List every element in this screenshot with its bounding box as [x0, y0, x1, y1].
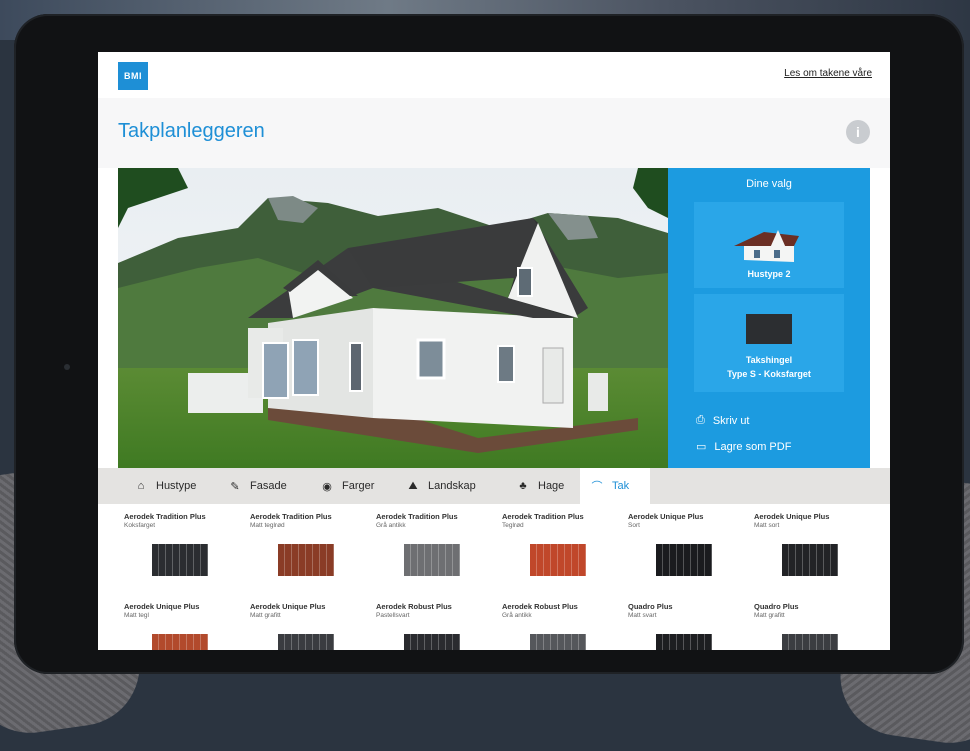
landscape-icon: ⛰ — [408, 479, 418, 492]
product-swatch — [782, 544, 838, 576]
roof-icon: ⌒ — [591, 481, 603, 493]
product-color: Matt tegl — [124, 612, 149, 619]
product-name: Aerodek Unique Plus — [250, 602, 326, 611]
print-label: Skriv ut — [712, 414, 750, 427]
product-tile[interactable]: Aerodek Robust Plus Pastellsvart — [370, 594, 494, 650]
product-tile[interactable]: Aerodek Unique Plus Sort — [622, 504, 746, 592]
house-type-label: Hustype 2 — [747, 269, 791, 279]
selection-panel: Dine valg Hustype 2 Takshingel Type S - … — [668, 168, 870, 468]
product-color: Matt svart — [628, 612, 657, 619]
tab-hage[interactable]: ♣ Hage — [506, 468, 576, 504]
save-pdf-button[interactable]: ▭ Lagre som PDF — [696, 440, 792, 454]
selection-panel-title: Dine valg — [746, 178, 792, 190]
product-color: Grå antikk — [376, 522, 406, 529]
info-button[interactable]: i — [846, 120, 870, 144]
product-name: Aerodek Robust Plus — [376, 602, 452, 611]
bmi-logo[interactable]: BMI — [118, 62, 148, 90]
product-color: Matt sort — [754, 522, 780, 529]
document-icon: ▭ — [696, 441, 707, 453]
brush-icon: ✎ — [230, 480, 240, 493]
top-bar: BMI Les om takene våre — [98, 52, 890, 99]
product-swatch — [404, 544, 460, 576]
product-tile[interactable]: Aerodek Tradition Plus Grå antikk — [370, 504, 494, 592]
product-swatch — [656, 544, 712, 576]
product-color: Matt teglrød — [250, 522, 285, 529]
product-tile[interactable]: Aerodek Unique Plus Matt grafitt — [244, 594, 368, 650]
product-swatch — [656, 634, 712, 650]
product-color: Sort — [628, 522, 640, 529]
product-swatch — [530, 634, 586, 650]
tab-fasade[interactable]: ✎ Fasade — [218, 468, 300, 504]
product-tile[interactable]: Aerodek Robust Plus Grå antikk — [496, 594, 620, 650]
tab-label: Fasade — [250, 480, 287, 492]
product-swatch — [404, 634, 460, 650]
product-tile[interactable]: Quadro Plus Matt svart — [622, 594, 746, 650]
product-color: Pastellsvart — [376, 612, 410, 619]
product-swatch — [152, 634, 208, 650]
house-3d-viewer[interactable] — [118, 168, 668, 468]
tree-icon: ♣ — [519, 480, 527, 492]
tab-label: Hustype — [156, 480, 197, 492]
product-name: Aerodek Tradition Plus — [124, 512, 206, 521]
tab-landskap[interactable]: ⛰ Landskap — [396, 468, 496, 504]
tab-label: Tak — [612, 480, 630, 492]
product-grid: Aerodek Tradition Plus Koksfarget Aerodek … — [118, 504, 890, 650]
palette-icon: ◉ — [322, 480, 332, 493]
product-tile[interactable]: Aerodek Tradition Plus Teglrød — [496, 504, 620, 592]
product-swatch — [782, 634, 838, 650]
camera-icon — [64, 364, 70, 370]
product-name: Aerodek Unique Plus — [124, 602, 200, 611]
info-icon: i — [856, 124, 860, 140]
selected-roof-card[interactable]: Takshingel Type S - Koksfarget — [694, 294, 844, 392]
product-color: Teglrød — [502, 522, 524, 529]
product-tile[interactable]: Aerodek Tradition Plus Matt teglrød — [244, 504, 368, 592]
print-button[interactable]: ⎙ Skriv ut — [696, 414, 750, 427]
tab-label: Landskap — [428, 480, 476, 492]
product-name: Aerodek Unique Plus — [754, 512, 830, 521]
product-name: Quadro Plus — [628, 602, 673, 611]
house-scene — [118, 168, 668, 468]
product-color: Matt grafitt — [754, 612, 785, 619]
product-name: Aerodek Robust Plus — [502, 602, 578, 611]
product-swatch — [152, 544, 208, 576]
pdf-label: Lagre som PDF — [714, 440, 792, 453]
product-tile[interactable]: Quadro Plus Matt grafitt — [748, 594, 872, 650]
title-bar: Takplanleggeren i — [98, 98, 890, 168]
product-swatch — [278, 634, 334, 650]
printer-icon: ⎙ — [696, 414, 705, 426]
product-name: Aerodek Tradition Plus — [502, 512, 584, 521]
product-swatch — [278, 544, 334, 576]
roof-label-line1: Takshingel — [745, 355, 793, 365]
roof-label-line2: Type S - Koksfarget — [727, 369, 811, 379]
category-tabs: ⌂ Hustype ✎ Fasade ◉ Farger ⛰ Landskap ♣… — [98, 468, 890, 504]
house-icon: ⌂ — [137, 480, 145, 492]
product-color: Koksfarget — [124, 522, 156, 529]
app-screen: BMI Les om takene våre Takplanleggeren i — [98, 52, 890, 650]
about-roofs-link[interactable]: Les om takene våre — [784, 68, 872, 79]
tab-tak[interactable]: ⌒ Tak — [580, 468, 650, 504]
roof-swatch-thumbnail — [746, 314, 792, 344]
product-name: Aerodek Tradition Plus — [250, 512, 332, 521]
tab-label: Hage — [538, 480, 565, 492]
product-name: Aerodek Tradition Plus — [376, 512, 458, 521]
product-tile[interactable]: Aerodek Unique Plus Matt sort — [748, 504, 872, 592]
product-tile[interactable]: Aerodek Unique Plus Matt tegl — [118, 594, 242, 650]
product-swatch — [530, 544, 586, 576]
product-name: Aerodek Unique Plus — [628, 512, 704, 521]
tab-hustype[interactable]: ⌂ Hustype — [124, 468, 212, 504]
tab-label: Farger — [342, 480, 375, 492]
house-thumbnail-icon — [734, 230, 799, 262]
page-title: Takplanleggeren — [118, 120, 265, 142]
product-tile[interactable]: Aerodek Tradition Plus Koksfarget — [118, 504, 242, 592]
selected-house-type-card[interactable]: Hustype 2 — [694, 202, 844, 288]
product-name: Quadro Plus — [754, 602, 799, 611]
product-color: Matt grafitt — [250, 612, 281, 619]
tab-farger[interactable]: ◉ Farger — [310, 468, 394, 504]
product-color: Grå antikk — [502, 612, 532, 619]
